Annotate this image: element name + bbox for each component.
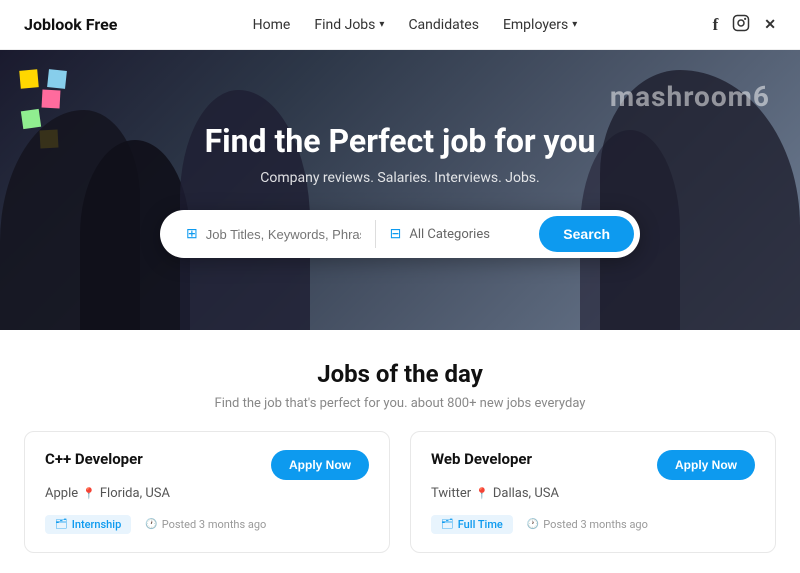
briefcase-icon: 🗂 [441, 519, 454, 530]
job-title: C++ Developer [45, 450, 143, 468]
job-card-header: Web Developer Apply Now [431, 450, 755, 480]
search-button[interactable]: Search [539, 216, 634, 252]
apply-now-button[interactable]: Apply Now [657, 450, 755, 480]
grid-icon: ⊞ [186, 226, 198, 242]
job-title: Web Developer [431, 450, 532, 468]
brand-logo[interactable]: Joblook Free [24, 15, 117, 34]
hero-content: Find the Perfect job for you Company rev… [140, 122, 660, 258]
job-company: Twitter 📍 Dallas, USA [431, 486, 755, 501]
location-icon: 📍 [82, 487, 96, 500]
job-tag-internship: 🗂 Internship [45, 515, 131, 534]
posted-time: 🕐 Posted 3 months ago [527, 518, 648, 531]
clock-icon: 🕐 [145, 519, 157, 530]
sticky-note [47, 69, 67, 89]
nav-find-jobs[interactable]: Find Jobs ▾ [314, 17, 384, 33]
job-card-header: C++ Developer Apply Now [45, 450, 369, 480]
job-cards-list: C++ Developer Apply Now Apple 📍 Florida,… [24, 431, 776, 553]
jobs-section: Jobs of the day Find the job that's perf… [0, 330, 800, 573]
job-tag-fulltime: 🗂 Full Time [431, 515, 513, 534]
jobs-header: Jobs of the day Find the job that's perf… [24, 360, 776, 411]
location-icon: 📍 [475, 487, 489, 500]
divider [375, 220, 376, 248]
category-field: ⊟ All Categories [380, 226, 540, 242]
job-company: Apple 📍 Florida, USA [45, 486, 369, 501]
hero-section: mashroom6 Find the Perfect job for you C… [0, 50, 800, 330]
nav-employers[interactable]: Employers ▾ [503, 17, 577, 33]
posted-time: 🕐 Posted 3 months ago [145, 518, 266, 531]
sticky-note [21, 109, 41, 129]
category-icon: ⊟ [390, 226, 402, 242]
jobs-subtitle: Find the job that's perfect for you. abo… [24, 396, 776, 411]
nav-links: Home Find Jobs ▾ Candidates Employers ▾ [253, 17, 578, 33]
sticky-note [42, 90, 61, 109]
keyword-field: ⊞ [176, 226, 371, 242]
wall-text: mashroom6 [610, 80, 770, 113]
nav-home[interactable]: Home [253, 17, 291, 33]
hero-title: Find the Perfect job for you [160, 122, 640, 160]
category-text[interactable]: All Categories [409, 227, 490, 242]
job-footer: 🗂 Internship 🕐 Posted 3 months ago [45, 515, 369, 534]
hero-subtitle: Company reviews. Salaries. Interviews. J… [160, 170, 640, 186]
facebook-icon[interactable]: f [713, 15, 719, 35]
sticky-note [19, 69, 39, 89]
instagram-icon[interactable] [732, 14, 750, 36]
chevron-down-icon: ▾ [572, 19, 577, 30]
clock-icon: 🕐 [527, 519, 539, 530]
jobs-title: Jobs of the day [24, 360, 776, 388]
search-bar: ⊞ ⊟ All Categories Search [160, 210, 640, 258]
nav-candidates[interactable]: Candidates [408, 17, 479, 33]
navbar: Joblook Free Home Find Jobs ▾ Candidates… [0, 0, 800, 50]
chevron-down-icon: ▾ [379, 19, 384, 30]
search-input[interactable] [206, 227, 361, 242]
apply-now-button[interactable]: Apply Now [271, 450, 369, 480]
social-icons: f ✕ [713, 14, 776, 36]
job-footer: 🗂 Full Time 🕐 Posted 3 months ago [431, 515, 755, 534]
job-card: C++ Developer Apply Now Apple 📍 Florida,… [24, 431, 390, 553]
briefcase-icon: 🗂 [55, 519, 68, 530]
x-twitter-icon[interactable]: ✕ [764, 17, 776, 33]
job-card: Web Developer Apply Now Twitter 📍 Dallas… [410, 431, 776, 553]
